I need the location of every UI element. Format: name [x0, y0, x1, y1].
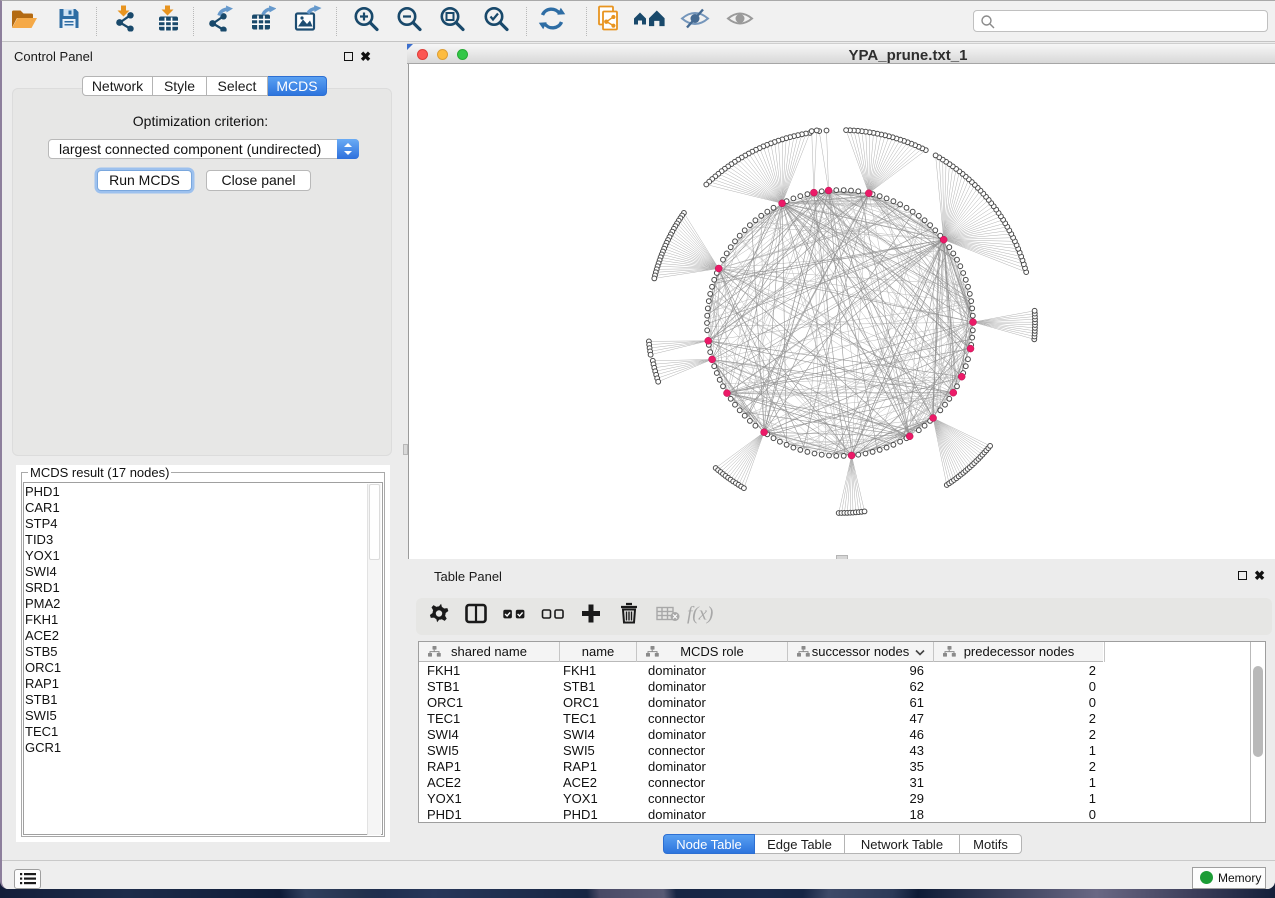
- svg-text:f(x): f(x): [687, 604, 713, 625]
